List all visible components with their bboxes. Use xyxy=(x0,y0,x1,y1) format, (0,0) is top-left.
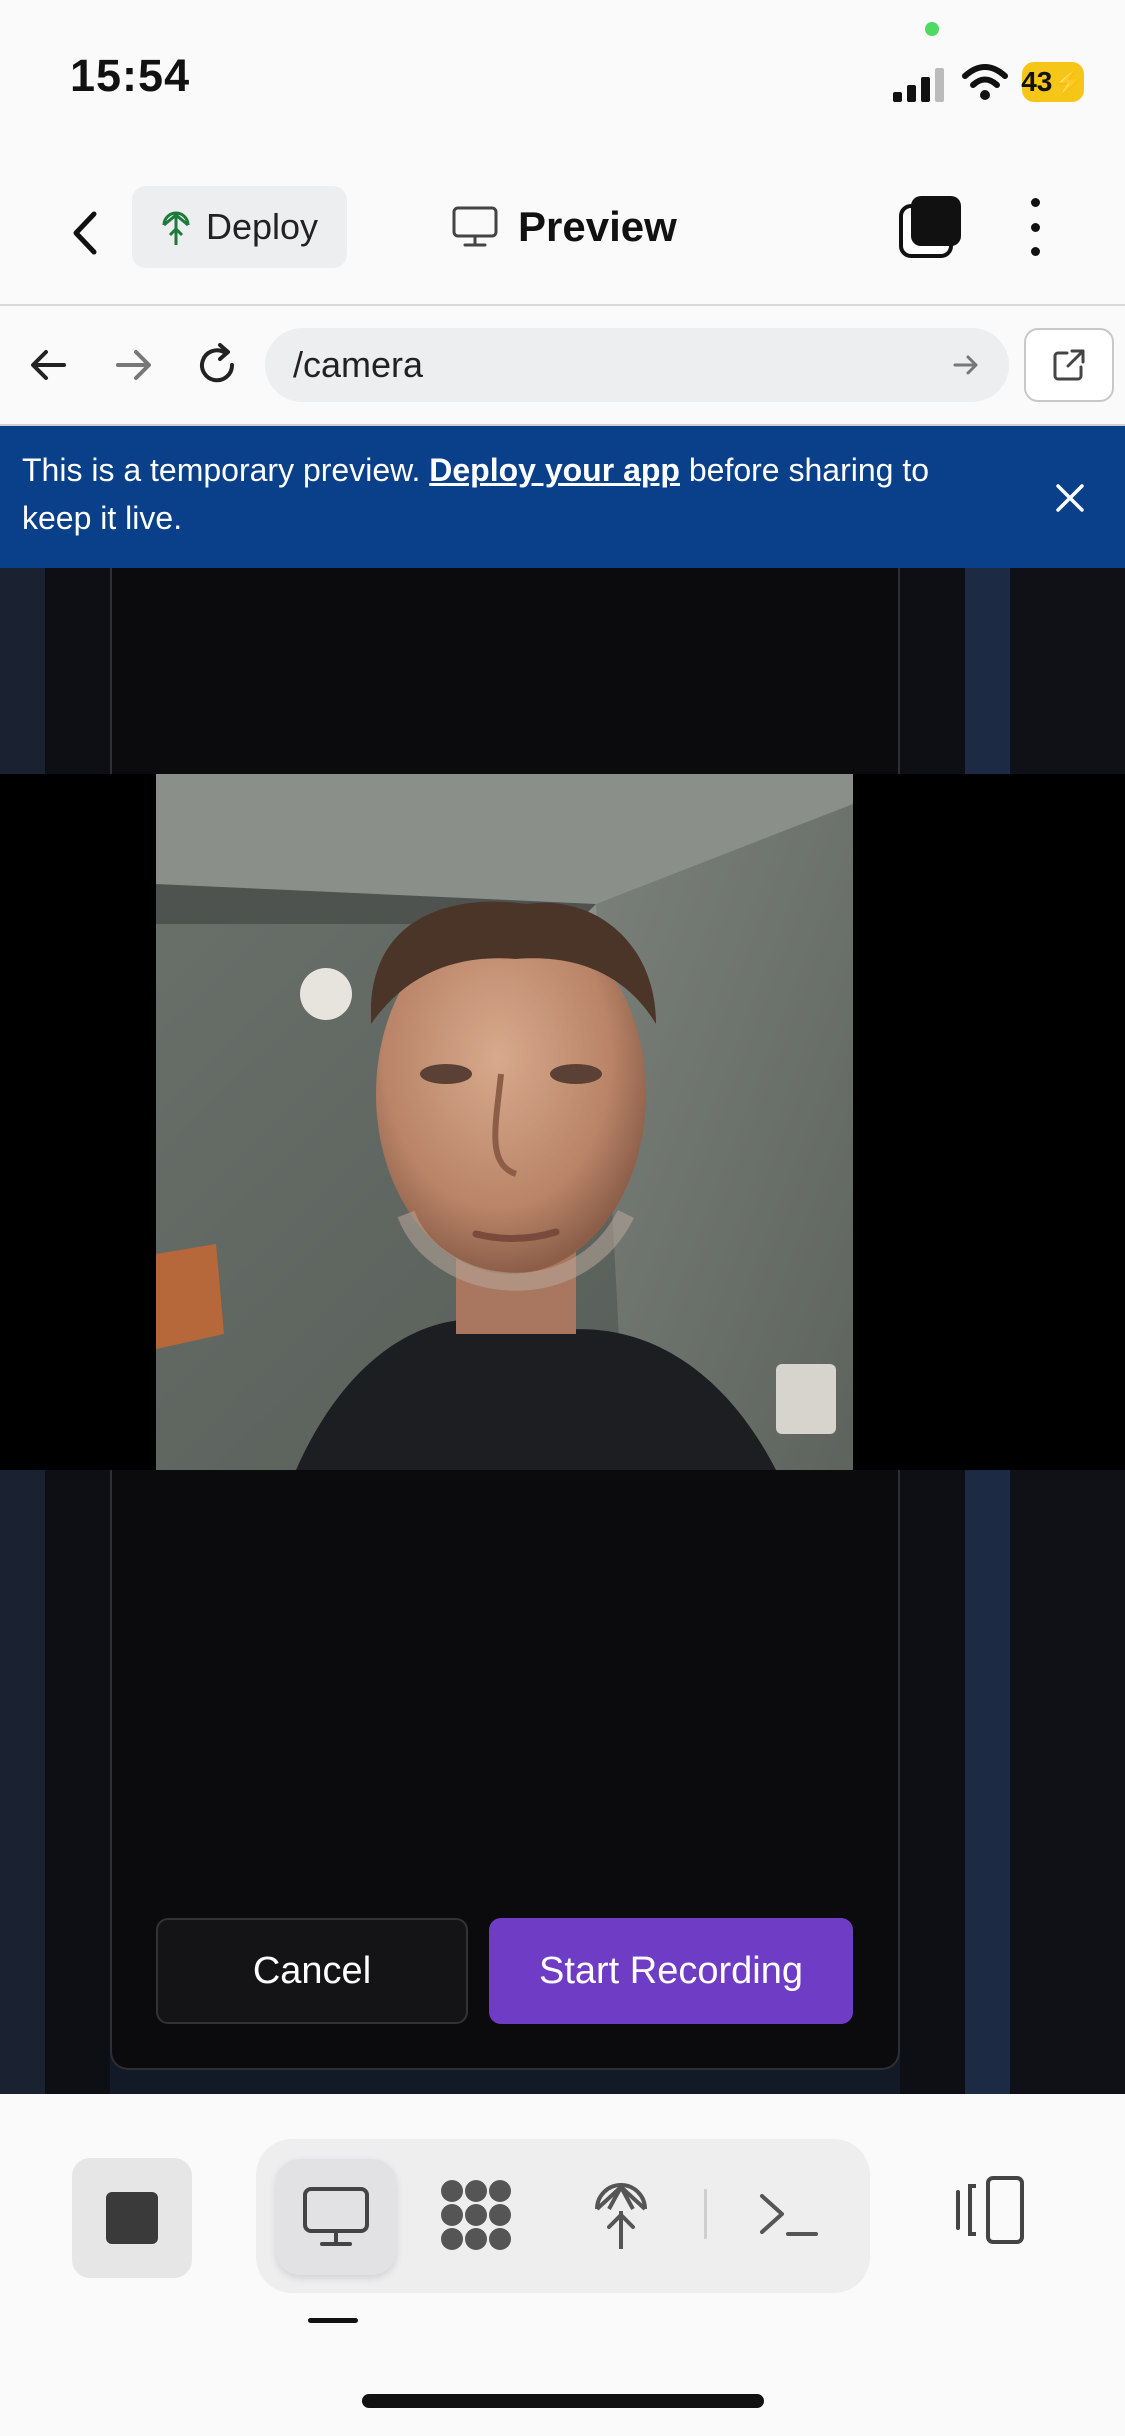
wifi-icon xyxy=(962,64,1008,100)
camera-feed-image xyxy=(156,774,853,1470)
url-text: /camera xyxy=(293,344,424,385)
start-recording-button[interactable]: Start Recording xyxy=(489,1918,853,2024)
active-tab-indicator xyxy=(308,2318,358,2323)
windows-icon[interactable] xyxy=(895,192,965,262)
banner-text: This is a temporary preview. Deploy your… xyxy=(22,446,1002,542)
integrations-icon xyxy=(441,2180,511,2250)
deploy-tool-button[interactable] xyxy=(571,2165,671,2265)
deploy-label: Deploy xyxy=(206,206,319,247)
chevron-left-icon xyxy=(73,211,97,255)
top-bar: Deploy Preview xyxy=(0,160,1125,306)
sidebar-toggle-icon[interactable] xyxy=(950,2172,1030,2252)
camera-in-use-dot xyxy=(925,22,939,36)
status-time: 15:54 xyxy=(70,50,191,101)
integrations-tool-button[interactable] xyxy=(426,2165,526,2265)
back-button[interactable] xyxy=(60,198,110,268)
battery-charging-icon: 43 ⚡ xyxy=(1021,62,1085,102)
bottom-toolbar xyxy=(0,2094,1125,2436)
stop-button[interactable] xyxy=(72,2158,192,2278)
go-arrow-icon[interactable] xyxy=(951,350,981,380)
signal-icon xyxy=(893,68,944,102)
toolbar-divider xyxy=(704,2189,707,2239)
desktop-icon xyxy=(303,2187,369,2246)
terminal-icon xyxy=(760,2194,818,2236)
refresh-icon[interactable] xyxy=(192,340,242,390)
terminal-tool-button[interactable] xyxy=(739,2165,839,2265)
home-indicator[interactable] xyxy=(362,2394,764,2408)
arrow-left-icon[interactable] xyxy=(24,340,74,390)
desktop-tool-button[interactable] xyxy=(276,2159,396,2275)
temporary-preview-banner: This is a temporary preview. Deploy your… xyxy=(0,426,1125,568)
deploy-icon xyxy=(595,2182,647,2249)
banner-text-before: This is a temporary preview. xyxy=(22,452,430,488)
close-icon[interactable] xyxy=(1050,478,1090,518)
battery-level: 43 xyxy=(1021,66,1053,97)
tool-group xyxy=(256,2139,870,2293)
monitor-icon xyxy=(452,206,498,247)
external-link-icon xyxy=(1053,349,1085,381)
open-external-button[interactable] xyxy=(1024,328,1114,402)
cancel-button[interactable]: Cancel xyxy=(156,1918,468,2024)
url-input[interactable]: /camera xyxy=(265,328,1009,402)
deploy-button[interactable]: Deploy xyxy=(132,186,347,268)
url-bar: /camera xyxy=(0,306,1125,426)
more-vertical-icon[interactable] xyxy=(1010,192,1060,262)
deploy-icon xyxy=(162,211,190,245)
deploy-app-link[interactable]: Deploy your app xyxy=(429,452,680,488)
preview-label: Preview xyxy=(518,203,677,250)
arrow-right-icon[interactable] xyxy=(108,340,158,390)
preview-title: Preview xyxy=(452,186,677,268)
stop-icon xyxy=(106,2192,158,2244)
